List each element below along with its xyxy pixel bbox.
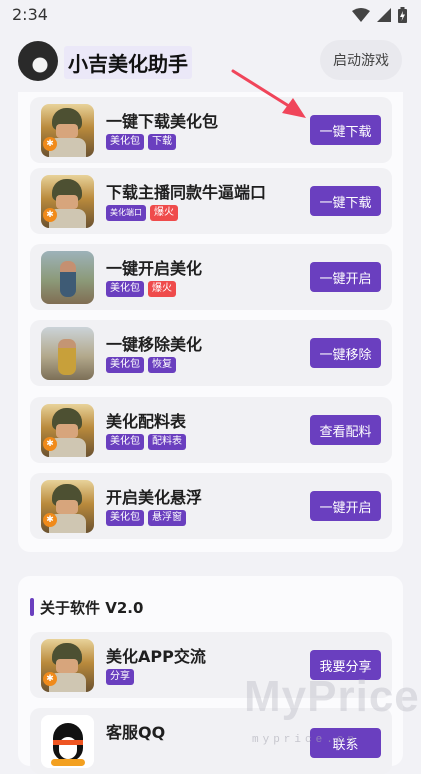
item-thumbnail: ✱ <box>41 404 94 457</box>
item-title: 客服QQ <box>106 723 166 742</box>
item-title: 美化APP交流 <box>106 647 206 666</box>
launch-game-button[interactable]: 启动游戏 <box>320 40 402 80</box>
tag: 恢复 <box>148 357 176 373</box>
watermark-url: myprice.cn <box>252 734 359 746</box>
item-tags: 美化包 悬浮窗 <box>106 510 186 526</box>
item-thumbnail: ✱ <box>41 104 94 157</box>
status-icons <box>352 7 407 23</box>
item-title: 一键移除美化 <box>106 335 203 354</box>
download-button[interactable]: 一键下载 <box>310 115 381 145</box>
qq-icon <box>41 715 94 768</box>
view-config-button[interactable]: 查看配料 <box>310 415 381 445</box>
list-item-download-port: ✱ 下载主播同款牛逼端口 美化端口 爆火 一键下载 <box>30 168 392 234</box>
item-thumbnail: ✱ <box>41 639 94 692</box>
tag: 下载 <box>148 134 176 150</box>
status-time: 2:34 <box>12 5 48 24</box>
item-title: 开启美化悬浮 <box>106 488 203 507</box>
remove-button[interactable]: 一键移除 <box>310 338 381 368</box>
status-bar: 2:34 <box>0 0 421 30</box>
item-tags: 美化端口 爆火 <box>106 205 178 221</box>
section-title-text: 关于软件 V2.0 <box>40 598 144 617</box>
item-thumbnail <box>41 327 94 380</box>
item-thumbnail: ✱ <box>41 480 94 533</box>
tag: 美化包 <box>106 357 144 373</box>
enable-float-button[interactable]: 一键开启 <box>310 491 381 521</box>
tag: 悬浮窗 <box>148 510 186 526</box>
item-title: 美化配料表 <box>106 412 187 431</box>
item-tags: 分享 <box>106 669 134 685</box>
list-item-remove: 一键移除美化 美化包 恢复 一键移除 <box>30 320 392 386</box>
app-header: 小吉美化助手 启动游戏 <box>0 30 421 92</box>
watermark: MyPrice <box>244 672 420 721</box>
item-tags: 美化包 配料表 <box>106 434 186 450</box>
app-title: 小吉美化助手 <box>64 46 192 79</box>
list-item-download-pack: ✱ 一键下载美化包 美化包 下载 一键下载 <box>30 97 392 163</box>
battery-icon <box>398 7 407 23</box>
item-title: 一键下载美化包 <box>106 112 219 131</box>
signal-icon <box>377 8 391 22</box>
tag: 美化包 <box>106 281 144 297</box>
wifi-icon <box>352 8 370 22</box>
annotation-arrow-icon <box>231 69 306 118</box>
download-port-button[interactable]: 一键下载 <box>310 186 381 216</box>
tag: 爆火 <box>148 281 176 297</box>
tag: 美化包 <box>106 510 144 526</box>
item-thumbnail <box>41 251 94 304</box>
tag: 美化包 <box>106 134 144 150</box>
tag: 爆火 <box>150 205 178 221</box>
about-section-title: 关于软件 V2.0 <box>30 597 143 617</box>
item-tags: 美化包 下载 <box>106 134 176 150</box>
item-tags: 美化包 爆火 <box>106 281 176 297</box>
item-title: 一键开启美化 <box>106 259 203 278</box>
list-item-enable: 一键开启美化 美化包 爆火 一键开启 <box>30 244 392 310</box>
section-accent-bar <box>30 598 34 616</box>
tag: 分享 <box>106 669 134 685</box>
list-item-float: ✱ 开启美化悬浮 美化包 悬浮窗 一键开启 <box>30 473 392 539</box>
enable-button[interactable]: 一键开启 <box>310 262 381 292</box>
tag: 配料表 <box>148 434 186 450</box>
item-thumbnail: ✱ <box>41 175 94 228</box>
item-title: 下载主播同款牛逼端口 <box>106 183 267 202</box>
app-avatar <box>18 41 58 81</box>
tag: 美化包 <box>106 434 144 450</box>
tag: 美化端口 <box>106 205 146 221</box>
list-item-config: ✱ 美化配料表 美化包 配料表 查看配料 <box>30 397 392 463</box>
item-tags: 美化包 恢复 <box>106 357 176 373</box>
